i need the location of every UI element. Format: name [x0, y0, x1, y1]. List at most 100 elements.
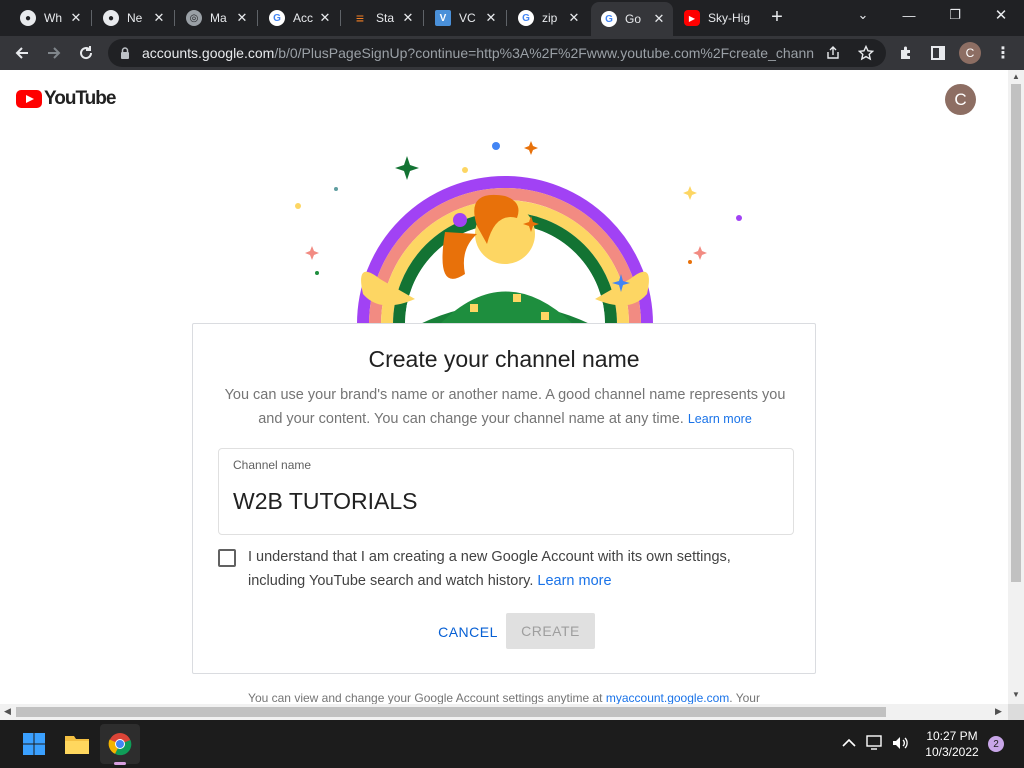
close-icon[interactable]: ✕ — [483, 10, 499, 26]
reload-button[interactable] — [74, 41, 98, 65]
tab-1[interactable]: ● Wh ✕ — [10, 4, 90, 32]
side-panel-button[interactable] — [926, 41, 950, 65]
cancel-button[interactable]: CANCEL — [418, 615, 518, 649]
tab-title: VC — [459, 11, 476, 25]
tab-title: Wh — [44, 11, 62, 25]
google-icon: G — [518, 10, 534, 26]
windows-start-button[interactable] — [20, 730, 48, 758]
url-path: /b/0/PlusPageSignUp?continue=http%3A%2F%… — [274, 45, 814, 61]
google-icon: G — [269, 10, 285, 26]
volume-icon[interactable] — [891, 734, 909, 752]
address-bar[interactable]: accounts.google.com/b/0/PlusPageSignUp?c… — [108, 39, 886, 67]
reload-icon — [80, 46, 93, 60]
tab-separator — [423, 10, 424, 26]
new-tab-button[interactable]: + — [766, 6, 788, 28]
tab-7[interactable]: G zip ✕ — [508, 4, 588, 32]
restore-button[interactable]: ❐ — [932, 0, 978, 30]
create-channel-card: Create your channel name You can use you… — [192, 323, 816, 674]
close-icon[interactable]: ✕ — [400, 10, 416, 26]
stackoverflow-icon: ≡ — [355, 10, 365, 26]
chevron-up-icon[interactable] — [840, 734, 858, 752]
card-title: Create your channel name — [368, 346, 640, 372]
arrow-right-icon — [48, 47, 61, 59]
folder-icon — [65, 736, 89, 754]
close-icon[interactable]: ✕ — [317, 10, 333, 26]
channel-name-field[interactable]: Channel name — [218, 448, 794, 535]
learn-more-link[interactable]: Learn more — [688, 412, 752, 426]
tab-title: Sky-Hig — [708, 11, 751, 25]
lock-icon — [121, 47, 129, 59]
tab-search-icon[interactable]: ⌄ — [840, 0, 886, 30]
close-icon[interactable]: ✕ — [68, 10, 84, 26]
scroll-right-icon[interactable]: ▶ — [995, 706, 1002, 717]
footer-suffix: . Your — [729, 691, 760, 705]
system-clock[interactable]: 10:27 PM 10/3/2022 — [914, 728, 990, 760]
vertical-scroll-thumb[interactable] — [1011, 84, 1021, 582]
tab-title: Ne — [127, 11, 143, 25]
close-icon[interactable]: ✕ — [566, 10, 582, 26]
youtube-icon: ▶ — [684, 10, 700, 26]
youtube-wordmark: YouTube — [44, 88, 116, 109]
running-indicator — [114, 762, 126, 765]
footer-prefix: You can view and change your Google Acco… — [248, 691, 603, 705]
myaccount-link[interactable]: myaccount.google.com — [606, 691, 729, 705]
v-icon: V — [435, 10, 451, 26]
horizontal-scrollbar[interactable]: ◀ ▶ — [0, 704, 1008, 720]
globe-icon: ◎ — [186, 10, 202, 26]
network-icon[interactable] — [866, 734, 884, 752]
consent-checkbox[interactable] — [218, 549, 236, 567]
chrome-icon — [108, 733, 132, 756]
chrome-taskbar-button[interactable] — [106, 730, 134, 758]
extensions-button[interactable] — [894, 41, 918, 65]
arrow-left-icon — [15, 47, 28, 59]
tab-5[interactable]: ≡ Sta ✕ — [342, 4, 422, 32]
youtube-logo[interactable]: YouTube — [16, 88, 116, 110]
tab-6[interactable]: V VC ✕ — [425, 4, 505, 32]
footer-note: You can view and change your Google Acco… — [0, 691, 1008, 705]
scrollbar-corner — [1008, 704, 1024, 720]
clock-date: 10/3/2022 — [925, 745, 979, 759]
consent-text: I understand that I am creating a new Go… — [248, 545, 788, 593]
minimize-button[interactable]: — — [886, 0, 932, 30]
windows-logo-icon — [23, 733, 45, 755]
profile-avatar[interactable]: C — [959, 42, 981, 64]
tab-4[interactable]: G Acc ✕ — [259, 4, 339, 32]
windows-taskbar: 10:27 PM 10/3/2022 2 — [0, 720, 1024, 768]
horizontal-scroll-thumb[interactable] — [16, 707, 886, 717]
vertical-scrollbar[interactable]: ▲ ▼ — [1008, 70, 1024, 704]
channel-name-input[interactable] — [233, 483, 773, 519]
create-button[interactable]: CREATE — [506, 613, 595, 649]
close-window-button[interactable]: ✕ — [978, 0, 1024, 30]
tab-title: Go — [625, 12, 642, 26]
back-button[interactable] — [10, 41, 34, 65]
tab-2[interactable]: ● Ne ✕ — [93, 4, 173, 32]
consent-learn-more-link[interactable]: Learn more — [537, 573, 611, 589]
close-icon[interactable]: ✕ — [151, 10, 167, 26]
share-icon[interactable] — [826, 46, 840, 60]
tab-title: Acc — [293, 11, 314, 25]
close-icon[interactable]: ✕ — [234, 10, 250, 26]
scroll-down-icon[interactable]: ▼ — [1012, 690, 1020, 699]
tab-strip: ● Wh ✕ ● Ne ✕ ◎ Ma ✕ G Acc ✕ ≡ Sta ✕ V V… — [0, 0, 1024, 36]
file-explorer-button[interactable] — [63, 730, 91, 758]
scroll-left-icon[interactable]: ◀ — [4, 706, 11, 717]
tab-title: zip — [542, 11, 558, 25]
tab-3[interactable]: ◎ Ma ✕ — [176, 4, 256, 32]
account-avatar[interactable]: C — [945, 84, 976, 115]
tab-title: Ma — [210, 11, 227, 25]
tab-title: Sta — [376, 11, 395, 25]
page-viewport: YouTube C Create your channel name You c… — [0, 70, 1024, 720]
close-icon[interactable]: ✕ — [651, 11, 667, 27]
notification-badge[interactable]: 2 — [988, 736, 1004, 752]
tab-9[interactable]: ▶ Sky-Hig — [674, 4, 758, 32]
tab-separator — [91, 10, 92, 26]
side-panel-icon — [931, 46, 945, 60]
tab-separator — [340, 10, 341, 26]
menu-kebab-icon[interactable]: ⋮ — [991, 41, 1015, 65]
youtube-header: YouTube C — [0, 70, 1008, 130]
forward-button[interactable] — [42, 41, 66, 65]
scroll-up-icon[interactable]: ▲ — [1012, 72, 1020, 81]
bookmark-star-icon[interactable] — [858, 45, 874, 61]
tab-8-active[interactable]: G Go ✕ — [591, 2, 673, 36]
channel-name-label: Channel name — [233, 458, 312, 472]
